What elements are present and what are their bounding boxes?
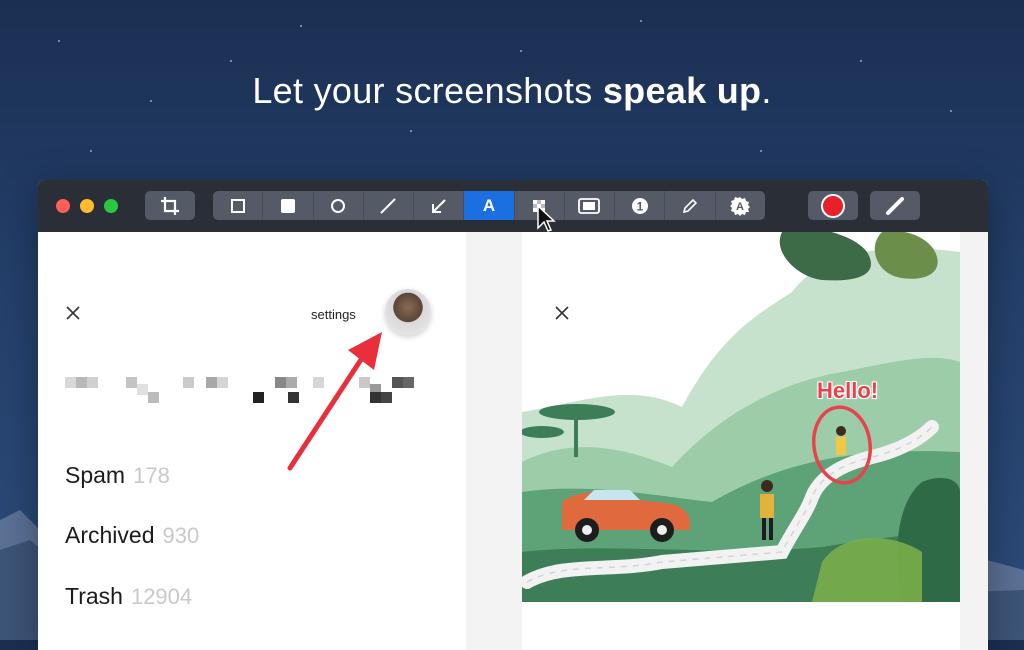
app-window: A 1 A settings Spam 178 Archived 930 Tra… xyxy=(38,180,988,650)
pencil-icon xyxy=(682,198,698,213)
color-picker-button[interactable] xyxy=(808,191,858,220)
line-tool[interactable] xyxy=(364,191,415,220)
list-item-spam[interactable]: Spam 178 xyxy=(65,462,170,489)
list-item-label: Archived xyxy=(65,522,155,548)
hello-annotation: Hello! xyxy=(817,378,879,403)
rect-outline-icon xyxy=(230,198,245,213)
arrow-icon xyxy=(431,198,446,213)
text-icon: A xyxy=(482,195,496,215)
list-item-archived[interactable]: Archived 930 xyxy=(65,522,199,549)
crop-button[interactable] xyxy=(145,191,195,220)
annotation-arrow xyxy=(287,332,382,471)
list-item-count: 930 xyxy=(162,523,200,548)
badge-letter: A xyxy=(736,201,744,213)
headline-bold: speak up xyxy=(602,70,762,111)
stroke-width-button[interactable] xyxy=(870,191,920,220)
list-item-count: 178 xyxy=(133,463,170,488)
right-pane xyxy=(522,232,960,650)
rectangle-tool[interactable] xyxy=(213,191,264,220)
landscape-illustration xyxy=(522,232,960,602)
line-icon xyxy=(380,197,397,214)
list-item-label: Spam xyxy=(65,462,126,488)
ellipse-tool[interactable] xyxy=(314,191,364,220)
headline-prefix: Let your screenshots xyxy=(252,70,603,111)
text-tool[interactable]: A xyxy=(464,191,515,220)
auto-text-tool[interactable]: A xyxy=(716,191,765,220)
counter-tool[interactable]: 1 xyxy=(615,191,666,220)
highlight-box-icon xyxy=(578,197,601,214)
rect-filled-icon xyxy=(280,198,295,213)
toolbar: A 1 A xyxy=(38,180,988,232)
arrow-tool[interactable] xyxy=(414,191,465,220)
list-item-count: 12904 xyxy=(130,584,193,609)
close-window-button[interactable] xyxy=(56,199,70,213)
mouse-cursor-icon xyxy=(537,204,556,232)
circle-outline-icon xyxy=(331,198,346,213)
badge-text-icon: A xyxy=(730,196,751,216)
list-item-trash[interactable]: Trash 12904 xyxy=(65,583,192,610)
pencil-tool[interactable] xyxy=(665,191,716,220)
list-item-label: Trash xyxy=(65,583,123,609)
headline: Let your screenshots speak up. xyxy=(0,70,1024,112)
filled-rectangle-tool[interactable] xyxy=(263,191,314,220)
brush-icon xyxy=(886,196,904,215)
counter-icon: 1 xyxy=(631,197,648,214)
zoom-window-button[interactable] xyxy=(104,199,118,213)
color-swatch xyxy=(821,193,845,218)
highlight-tool[interactable] xyxy=(565,191,616,220)
counter-number: 1 xyxy=(636,199,643,213)
close-icon[interactable] xyxy=(65,305,81,321)
minimize-window-button[interactable] xyxy=(80,199,94,213)
headline-suffix: . xyxy=(761,70,772,111)
annotation-tools: A 1 A xyxy=(213,191,765,220)
crop-icon xyxy=(161,196,179,215)
